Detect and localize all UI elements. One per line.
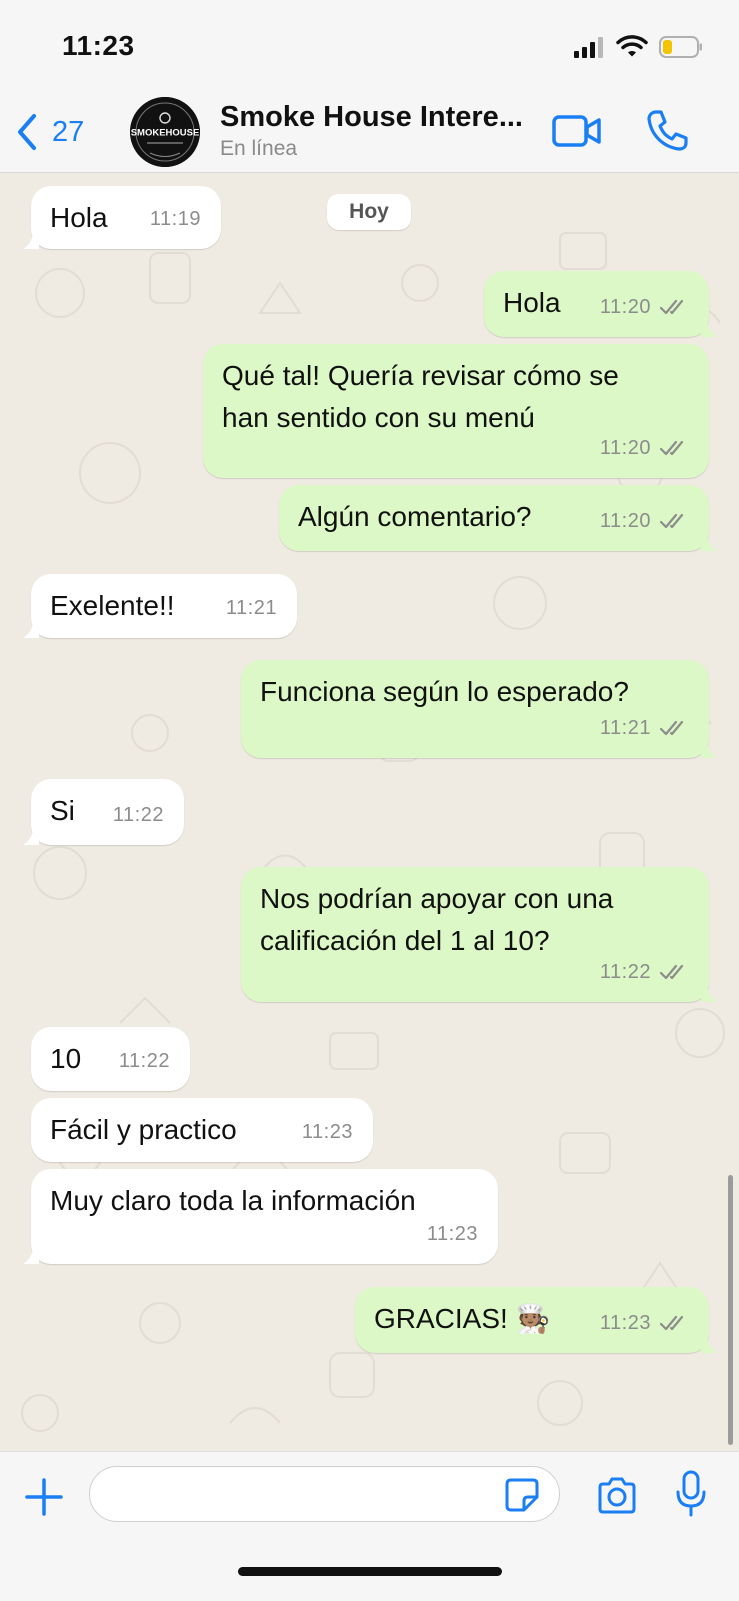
message-time: 11:23 — [301, 1121, 353, 1143]
message-time: 11:20 — [599, 437, 651, 459]
message-incoming[interactable]: Si 11:22 — [23, 779, 184, 845]
wifi-icon — [616, 35, 648, 57]
message-time: 11:20 — [599, 510, 651, 532]
chat-area[interactable]: Hoy Hola 11:19 Hola 11:20 Qué tal! Querí… — [0, 173, 739, 1451]
message-text-line: Nos podrían apoyar con una — [260, 883, 614, 914]
message-time: 11:22 — [112, 804, 164, 826]
message-outgoing[interactable]: Hola 11:20 — [484, 271, 717, 337]
message-text: Nos podrían apoyar con una calificación … — [260, 878, 613, 962]
day-divider: Hoy — [327, 194, 411, 230]
bubble-tail — [701, 533, 717, 551]
message-time: 11:23 — [599, 1312, 651, 1334]
message-incoming[interactable]: Muy claro toda la información 11:23 — [23, 1169, 498, 1264]
message-input[interactable] — [89, 1466, 560, 1522]
message-text: Hola — [503, 287, 561, 318]
double-check-icon — [659, 440, 684, 456]
avatar-logo-text: SMOKEHOUSE — [131, 128, 200, 139]
bubble-tail — [23, 827, 39, 845]
message-incoming[interactable]: Hola 11:19 — [23, 186, 221, 249]
message-time: 11:23 — [426, 1223, 478, 1245]
scrollbar[interactable] — [728, 1175, 733, 1445]
bubble-tail — [23, 620, 39, 638]
cellular-signal-icon — [574, 37, 603, 58]
message-text: Fácil y practico — [50, 1114, 237, 1145]
video-call-button[interactable] — [552, 113, 602, 149]
bubble-tail — [701, 740, 717, 758]
bubble-tail — [701, 1335, 717, 1353]
message-composer — [0, 1451, 739, 1601]
unread-count: 27 — [52, 115, 85, 148]
camera-button[interactable] — [595, 1476, 639, 1516]
message-text-line: Qué tal! Quería revisar cómo se — [222, 360, 619, 391]
chevron-left-icon — [18, 114, 36, 150]
sticker-button[interactable] — [504, 1477, 540, 1513]
message-time: 11:20 — [599, 296, 651, 318]
avatar[interactable]: SMOKEHOUSE — [130, 97, 200, 167]
message-time: 11:19 — [149, 208, 201, 230]
message-text: Funciona según lo esperado? — [260, 676, 629, 707]
message-outgoing[interactable]: Qué tal! Quería revisar cómo se han sent… — [203, 344, 709, 478]
double-check-icon — [659, 513, 684, 529]
message-time: 11:22 — [599, 961, 651, 983]
message-text: Exelente!! — [50, 590, 175, 621]
message-text: GRACIAS! 🧑🏽‍🍳 — [374, 1303, 551, 1334]
status-time: 11:23 — [62, 30, 135, 61]
message-time: 11:22 — [118, 1050, 170, 1072]
double-check-icon — [659, 720, 684, 736]
double-check-icon — [659, 964, 684, 980]
status-bar: 11:23 — [0, 0, 739, 95]
message-outgoing[interactable]: Nos podrían apoyar con una calificación … — [241, 867, 717, 1002]
double-check-icon — [659, 299, 684, 315]
bubble-tail — [23, 231, 39, 249]
message-outgoing[interactable]: Funciona según lo esperado? 11:21 — [241, 660, 717, 758]
message-text-line: calificación del 1 al 10? — [260, 925, 550, 956]
contact-name[interactable]: Smoke House Intere... — [220, 101, 523, 134]
message-text: Hola — [50, 202, 108, 233]
day-divider-label: Hoy — [349, 200, 389, 223]
message-text: Muy claro toda la información — [50, 1185, 416, 1216]
message-outgoing[interactable]: Algún comentario? 11:20 — [279, 485, 717, 551]
bubble-tail — [701, 984, 717, 1002]
contact-status: En línea — [220, 137, 298, 160]
message-incoming[interactable]: Exelente!! 11:21 — [23, 574, 297, 638]
message-text: Algún comentario? — [298, 501, 532, 532]
home-indicator[interactable] — [238, 1567, 502, 1576]
back-button[interactable]: 27 — [14, 109, 84, 155]
voice-call-button[interactable] — [646, 109, 688, 151]
message-time: 11:21 — [225, 597, 277, 619]
chat-header: 27 SMOKEHOUSE Smoke House Intere... En l… — [0, 95, 739, 173]
bubble-tail — [701, 319, 717, 337]
battery-icon — [659, 36, 702, 58]
bubble-tail — [23, 1246, 39, 1264]
microphone-button[interactable] — [675, 1470, 707, 1518]
message-incoming[interactable]: 10 11:22 — [31, 1027, 190, 1091]
message-text: 10 — [50, 1043, 82, 1074]
message-incoming[interactable]: Fácil y practico 11:23 — [31, 1098, 373, 1162]
message-text: Qué tal! Quería revisar cómo se han sent… — [222, 355, 619, 439]
message-text-line: han sentido con su menú — [222, 402, 535, 433]
message-time: 11:21 — [599, 717, 651, 739]
message-text: Si — [50, 795, 75, 826]
double-check-icon — [659, 1315, 684, 1331]
message-outgoing[interactable]: GRACIAS! 🧑🏽‍🍳 11:23 — [355, 1287, 717, 1353]
attach-button[interactable] — [24, 1477, 64, 1517]
